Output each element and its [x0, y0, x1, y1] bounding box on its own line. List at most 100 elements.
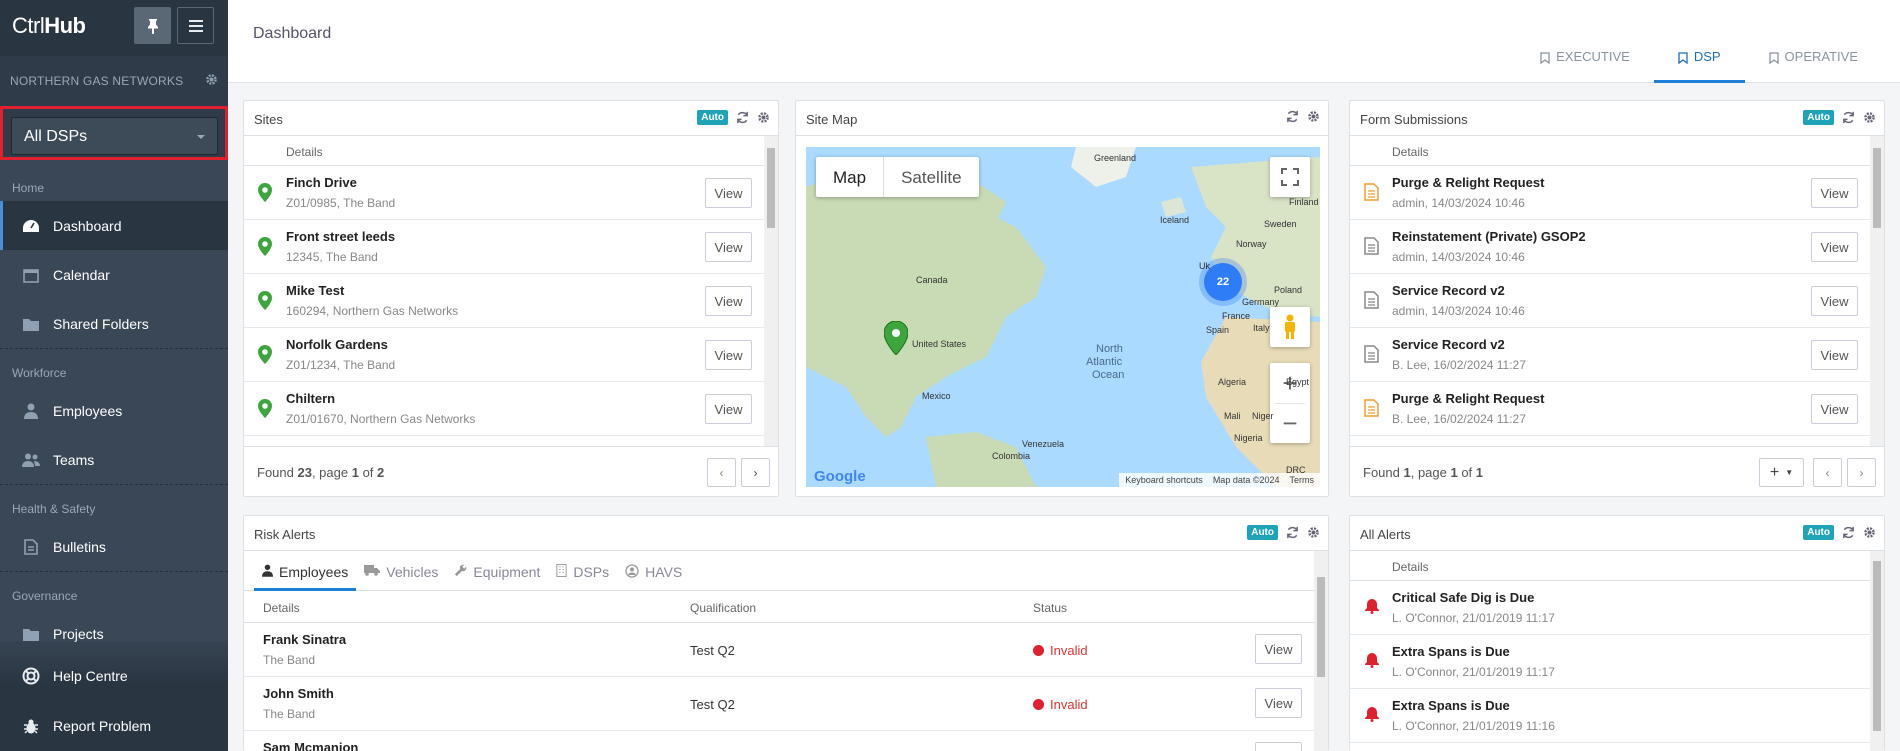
form-row[interactable]: Purge & Relight Request admin, 14/03/202…: [1350, 166, 1870, 220]
refresh-icon[interactable]: [1286, 110, 1299, 123]
prev-page-button[interactable]: ‹: [1813, 458, 1842, 487]
tab-dsps[interactable]: DSPs: [548, 551, 617, 591]
gear-icon[interactable]: [205, 73, 218, 86]
page-number: 1: [1450, 465, 1458, 480]
sidebar-item-teams[interactable]: Teams: [0, 435, 228, 484]
view-button[interactable]: View: [1255, 634, 1302, 664]
panel-header: Sites Auto: [244, 101, 778, 136]
menu-toggle-button[interactable]: [177, 7, 214, 44]
auto-badge[interactable]: Auto: [1803, 110, 1834, 125]
tab-employees[interactable]: Employees: [254, 551, 357, 591]
user-circle-icon: [625, 564, 639, 578]
scrollbar-thumb[interactable]: [1317, 577, 1325, 677]
tab-equipment[interactable]: Equipment: [446, 551, 548, 591]
view-button[interactable]: View: [1811, 340, 1858, 370]
auto-badge[interactable]: Auto: [697, 110, 728, 125]
view-button[interactable]: View: [1811, 178, 1858, 208]
keyboard-shortcuts-link[interactable]: Keyboard shortcuts: [1125, 475, 1203, 485]
sidebar-item-dashboard[interactable]: Dashboard: [0, 201, 228, 250]
street-view-pegman[interactable]: [1270, 307, 1310, 347]
tab-vehicles[interactable]: Vehicles: [356, 551, 446, 591]
view-button[interactable]: View: [1811, 286, 1858, 316]
auto-badge[interactable]: Auto: [1803, 525, 1834, 540]
pin-button[interactable]: [134, 7, 171, 44]
site-row[interactable]: Mike Test 160294, Northern Gas Networks …: [244, 274, 764, 328]
view-button[interactable]: View: [1255, 688, 1302, 718]
risk-row[interactable]: John Smith The Band Test Q2 Invalid View: [244, 677, 1314, 731]
auto-badge[interactable]: Auto: [1247, 525, 1278, 540]
form-row[interactable]: Reinstatement (Private) GSOP2 admin, 14/…: [1350, 220, 1870, 274]
scrollbar[interactable]: [764, 136, 778, 446]
view-button[interactable]: View: [705, 232, 752, 262]
refresh-icon[interactable]: [1286, 526, 1299, 539]
gear-icon[interactable]: [1863, 526, 1876, 539]
form-row[interactable]: Service Record v2 admin, 14/03/2024 10:4…: [1350, 274, 1870, 328]
view-button[interactable]: View: [1811, 394, 1858, 424]
dsp-select[interactable]: All DSPs: [11, 117, 218, 155]
sidebar-item-calendar[interactable]: Calendar: [0, 250, 228, 299]
tab-dsp[interactable]: DSP: [1653, 0, 1745, 83]
site-row[interactable]: Norfolk Gardens Z01/1234, The Band View: [244, 328, 764, 382]
terms-link[interactable]: Terms: [1290, 475, 1315, 485]
ocean-label: Ocean: [1092, 369, 1125, 381]
form-submissions-list: Purge & Relight Request admin, 14/03/202…: [1350, 166, 1870, 436]
pagination-footer: Found 1, page 1 of 1 + ▼ ‹ ›: [1350, 446, 1884, 496]
scrollbar[interactable]: [1870, 136, 1884, 446]
next-page-button[interactable]: ›: [741, 458, 770, 487]
scrollbar-thumb[interactable]: [767, 148, 775, 228]
site-row[interactable]: Finch Drive Z01/0985, The Band View: [244, 166, 764, 220]
gear-icon[interactable]: [1307, 526, 1320, 539]
of-label: of: [1457, 465, 1476, 480]
scrollbar[interactable]: [1870, 551, 1884, 751]
site-row[interactable]: Front street leeds 12345, The Band View: [244, 220, 764, 274]
prev-page-button[interactable]: ‹: [707, 458, 736, 487]
truck-icon: [364, 565, 381, 576]
risk-row[interactable]: Frank Sinatra The Band Test Q2 Invalid V…: [244, 623, 1314, 677]
form-row[interactable]: Service Record v2 B. Lee, 16/02/2024 11:…: [1350, 328, 1870, 382]
sidebar-item-bulletins[interactable]: Bulletins: [0, 522, 228, 571]
employee-name: Frank Sinatra: [263, 632, 347, 647]
satellite-button[interactable]: Satellite: [884, 157, 978, 197]
view-button[interactable]: View: [705, 286, 752, 316]
scrollbar-thumb[interactable]: [1873, 561, 1881, 731]
gear-icon[interactable]: [1307, 110, 1320, 123]
tab-executive[interactable]: EXECUTIVE: [1516, 0, 1654, 83]
form-row[interactable]: Purge & Relight Request B. Lee, 16/02/20…: [1350, 382, 1870, 436]
risk-row[interactable]: Sam Mcmanion View: [244, 731, 1314, 751]
map-button[interactable]: Map: [816, 157, 885, 197]
document-icon: [1364, 291, 1379, 309]
refresh-icon[interactable]: [1842, 111, 1855, 124]
tab-operative[interactable]: OPERATIVE: [1745, 0, 1900, 83]
scrollbar[interactable]: [1314, 551, 1328, 751]
view-button[interactable]: View: [705, 340, 752, 370]
add-form-dropdown-button[interactable]: + ▼: [1759, 458, 1804, 487]
map-pin-marker[interactable]: [884, 321, 908, 355]
section-label-governance: Governance: [12, 589, 78, 603]
ctrlhub-logo[interactable]: CtrlHub: [12, 13, 86, 39]
employee-name: John Smith: [263, 686, 334, 701]
fullscreen-button[interactable]: [1270, 157, 1310, 197]
map-canvas[interactable]: Map Satellite + − 22 Greenland Finland I…: [806, 147, 1320, 487]
scrollbar-thumb[interactable]: [1873, 148, 1881, 228]
view-button[interactable]: View: [1811, 232, 1858, 262]
view-button[interactable]: View: [705, 394, 752, 424]
zoom-out-button[interactable]: −: [1275, 403, 1305, 443]
refresh-icon[interactable]: [1842, 526, 1855, 539]
next-page-button[interactable]: ›: [1847, 458, 1876, 487]
report-problem-link[interactable]: Report Problem: [0, 701, 228, 751]
section-label-workforce: Workforce: [12, 366, 67, 380]
gear-icon[interactable]: [1863, 111, 1876, 124]
sidebar-item-employees[interactable]: Employees: [0, 386, 228, 435]
view-button[interactable]: View: [1255, 742, 1302, 751]
alert-row[interactable]: Extra Spans is Due L. O'Connor, 21/01/20…: [1350, 635, 1870, 689]
alert-row[interactable]: Extra Spans is Due L. O'Connor, 21/01/20…: [1350, 689, 1870, 743]
view-button[interactable]: View: [705, 178, 752, 208]
sidebar-item-shared-folders[interactable]: Shared Folders: [0, 299, 228, 348]
tab-havs[interactable]: HAVS: [617, 551, 690, 591]
help-centre-link[interactable]: Help Centre: [0, 651, 228, 701]
site-row[interactable]: Chiltern Z01/01670, Northern Gas Network…: [244, 382, 764, 436]
gear-icon[interactable]: [757, 111, 770, 124]
refresh-icon[interactable]: [736, 111, 749, 124]
alert-row[interactable]: Critical Safe Dig is Due L. O'Connor, 21…: [1350, 581, 1870, 635]
map-label: Canada: [916, 275, 948, 285]
